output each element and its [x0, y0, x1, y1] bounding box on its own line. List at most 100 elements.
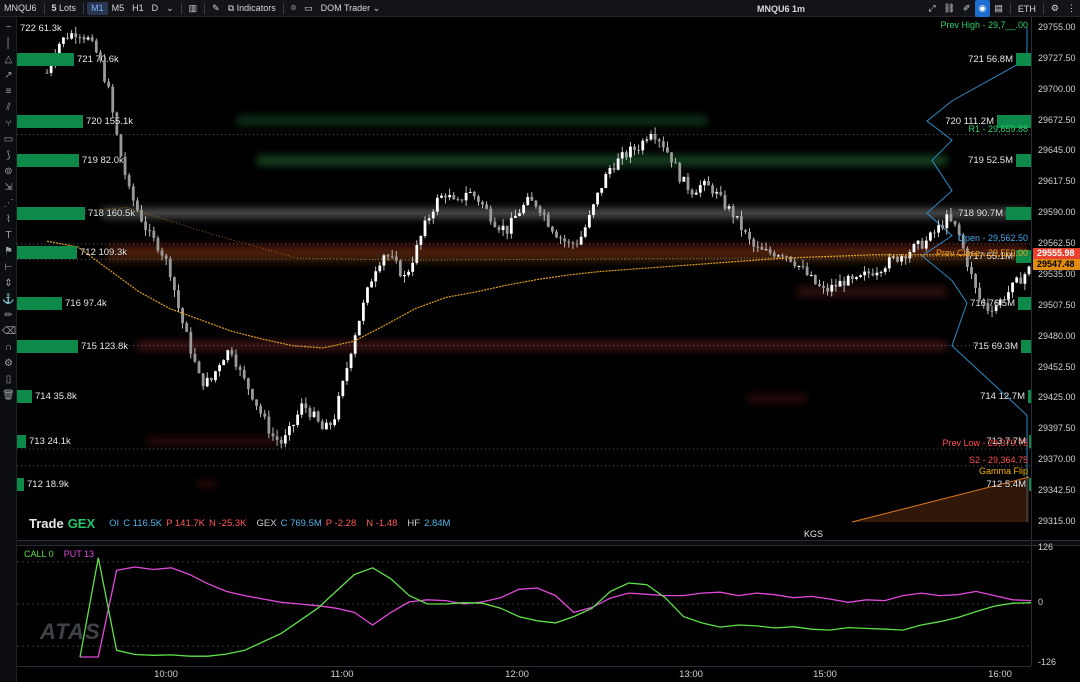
- candle-body: [251, 389, 254, 400]
- text-icon[interactable]: T: [2, 229, 15, 242]
- osc-tick-bottom: -126: [1038, 657, 1057, 667]
- timeframe-dropdown-chevron-icon[interactable]: ⌄: [162, 0, 178, 17]
- candle-body: [279, 439, 283, 444]
- trash-icon[interactable]: 🗑: [2, 389, 15, 402]
- candle-body: [826, 287, 830, 292]
- chart-title: MNQU6 1m: [757, 3, 806, 14]
- vertical-line-icon[interactable]: │: [2, 37, 15, 50]
- liquidity-band: [197, 478, 217, 489]
- lots-selector[interactable]: 5 Lots: [48, 0, 81, 17]
- candle-body: [111, 86, 115, 113]
- candle-body: [177, 290, 180, 309]
- candle-body: [403, 274, 406, 277]
- candle-body: [419, 236, 423, 245]
- price-range-icon[interactable]: ⇕: [2, 277, 15, 290]
- gex-left-label: 713 24.1k: [29, 436, 71, 448]
- price-tick: 29562.50: [1038, 238, 1076, 249]
- candle-body: [312, 411, 316, 418]
- candle-body: [448, 195, 452, 198]
- gex-left-label: 712 109.3k: [80, 247, 128, 259]
- candle-body: [916, 240, 920, 245]
- gex-label: GEX: [256, 518, 277, 529]
- candle-body: [423, 220, 427, 237]
- timeframe-h1-button[interactable]: H1: [128, 0, 148, 17]
- candle-body: [209, 377, 213, 381]
- level-label: Prev High - 29,7__.00: [940, 20, 1028, 31]
- gex-left-label: 715 123.8k: [81, 340, 129, 352]
- channel-icon[interactable]: ⫽: [2, 101, 15, 114]
- arrows-icon[interactable]: ⇲: [2, 181, 15, 194]
- candle-body: [127, 175, 131, 187]
- pencil-icon[interactable]: ✎: [208, 0, 224, 17]
- pattern-icon[interactable]: ⋰: [2, 197, 15, 210]
- magnet-icon[interactable]: ∩: [2, 341, 15, 354]
- call-put-oscillator-pane[interactable]: [17, 546, 1031, 663]
- mouse-icon[interactable]: ⌾: [287, 0, 300, 17]
- measure-icon[interactable]: ⊢: [2, 261, 15, 274]
- anchor-icon[interactable]: ⚓: [2, 293, 15, 306]
- eraser-icon[interactable]: ⌫: [2, 325, 16, 338]
- gex-net: N -1.48: [366, 518, 398, 529]
- gex-left-label: 720 155.1k: [86, 115, 134, 127]
- camera-icon[interactable]: ◉: [974, 0, 991, 17]
- horizontal-line-icon[interactable]: −: [2, 21, 15, 34]
- ray-icon[interactable]: ↗: [2, 69, 15, 82]
- window-icon[interactable]: ▭: [300, 0, 317, 17]
- candle-body: [748, 231, 752, 240]
- timeframe-d-button[interactable]: D: [148, 0, 163, 17]
- gex-right-label: 718 90.7M: [958, 208, 1003, 220]
- timeframe-m5-button[interactable]: M5: [108, 0, 129, 17]
- candle-body: [608, 168, 612, 175]
- candle-body: [349, 353, 353, 369]
- candle-body: [45, 72, 49, 74]
- gear-icon[interactable]: ⚙: [1047, 0, 1063, 17]
- paint-icon[interactable]: ✏: [2, 309, 15, 322]
- settings-icon[interactable]: ⚙: [2, 357, 15, 370]
- flag-icon[interactable]: ⚑: [2, 245, 15, 258]
- fib-icon[interactable]: ⊚: [2, 165, 15, 178]
- candle-body: [283, 435, 287, 444]
- oi-label: OI: [109, 518, 120, 529]
- candle-body: [172, 277, 176, 291]
- time-axis[interactable]: 10:00 11:00 12:00 13:00 15:00 16:00: [17, 666, 1031, 682]
- dom-trader-button[interactable]: DOM Trader ⌄: [317, 0, 385, 17]
- candle-body: [772, 252, 776, 257]
- call-series-line: [79, 557, 1031, 658]
- triangle-icon[interactable]: △: [2, 53, 15, 66]
- rectangle-icon[interactable]: ▭: [2, 133, 15, 146]
- gex-left-bar: [17, 114, 83, 128]
- gex-right-label: 715 69.3M: [973, 340, 1018, 352]
- tradegex-logo: Trade GEX: [29, 516, 96, 531]
- link-icon[interactable]: ⛓: [940, 0, 959, 17]
- session-eth-button[interactable]: ETH: [1014, 0, 1040, 17]
- crosshair-icon[interactable]: ⤢: [924, 0, 939, 17]
- candle-body: [189, 331, 193, 354]
- candle-body: [715, 191, 719, 194]
- price-chart[interactable]: 722 61.3k 721 70.6k 720 155.1k 719 82.0k 718…: [17, 17, 1031, 540]
- candle-body: [238, 366, 242, 370]
- levels-icon[interactable]: ≡: [2, 85, 15, 98]
- indicators-button[interactable]: ⧉ Indicators: [224, 0, 280, 17]
- price-axis[interactable]: 29755.00 29727.50 29700.00 29672.50 29645.00…: [1031, 17, 1080, 540]
- brush-icon[interactable]: ✐: [959, 0, 975, 17]
- candle-body: [1019, 277, 1023, 284]
- candle-body: [563, 238, 567, 242]
- fork-icon[interactable]: ⑂: [2, 117, 15, 130]
- symbol-selector[interactable]: MNQU6: [0, 0, 41, 17]
- ruler-icon[interactable]: ⌇: [2, 213, 15, 226]
- candle-body: [813, 274, 817, 284]
- indicators-label: Indicators: [236, 3, 276, 13]
- more-icon[interactable]: ⋮: [1063, 0, 1080, 17]
- bar-style-icon[interactable]: ▥: [185, 0, 202, 17]
- layout-icon[interactable]: ▤: [990, 0, 1007, 17]
- gex-right-label: 716 76.5M: [970, 298, 1015, 309]
- candle-body: [530, 196, 534, 201]
- path-icon[interactable]: ⟆: [2, 149, 15, 162]
- candle-body: [682, 176, 686, 182]
- candle-body: [592, 204, 595, 216]
- candle-body: [329, 422, 332, 426]
- lock-icon[interactable]: ▯: [2, 373, 15, 386]
- candle-body: [933, 232, 936, 234]
- oscillator-axis[interactable]: 126 0 -126: [1031, 540, 1080, 667]
- timeframe-m1-button[interactable]: M1: [87, 1, 108, 15]
